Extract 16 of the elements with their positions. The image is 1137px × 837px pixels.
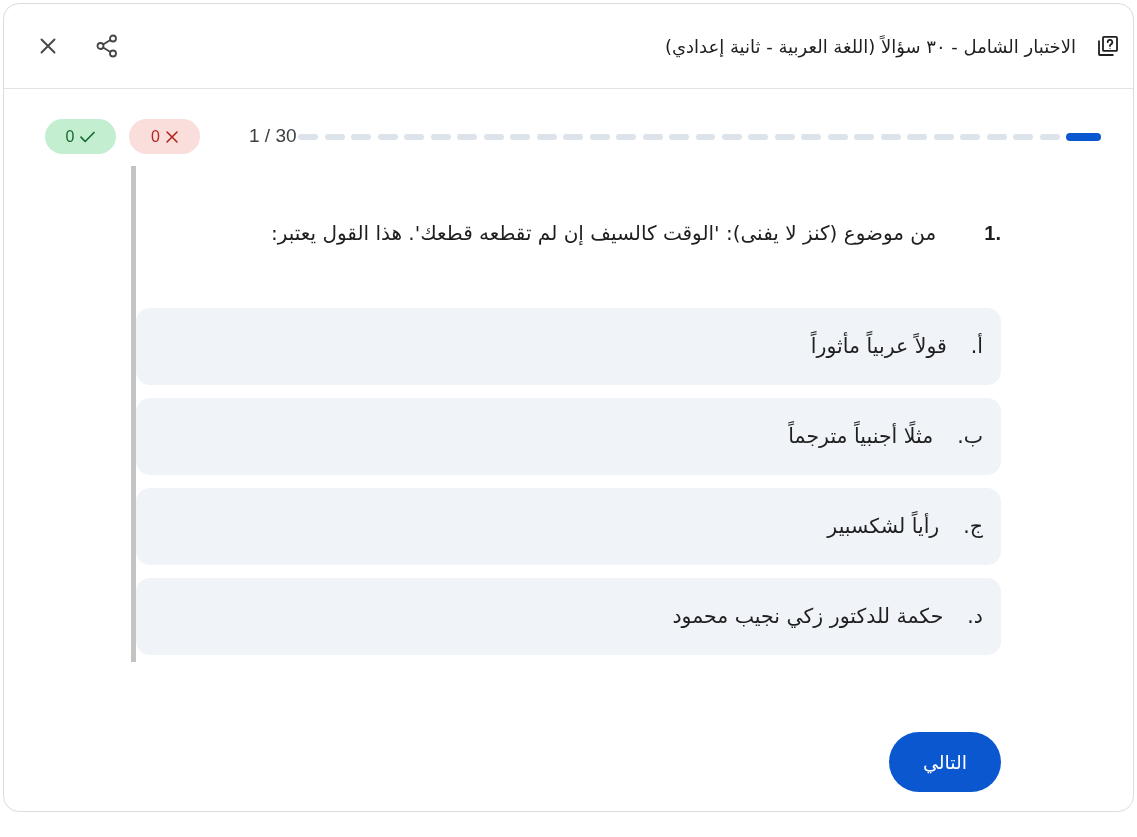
- answer-option[interactable]: د. حكمة للدكتور زكي نجيب محمود: [136, 578, 1001, 655]
- answer-option[interactable]: ب. مثلًا أجنبياً مترجماً: [136, 398, 1001, 475]
- correct-count: 0: [65, 126, 75, 147]
- next-button[interactable]: التالي: [889, 732, 1001, 792]
- question-counter: 1 / 30: [249, 124, 297, 149]
- wrong-count: 0: [151, 126, 160, 147]
- share-icon: [96, 34, 118, 58]
- answer-option[interactable]: أ. قولاً عربياً مأثوراً: [136, 308, 1001, 385]
- question-text: من موضوع (كنز لا يفنى): 'الوقت كالسيف إن لم تقطعه قطعك'. هذا القول يعتبر:: [271, 220, 937, 247]
- cross-icon: [165, 130, 178, 143]
- check-icon: [80, 130, 96, 143]
- quiz-title: الاختبار الشامل - ٣٠ سؤالاً (اللغة العربية - ثانية إعدادي): [664, 34, 1076, 60]
- question-number: 1.: [984, 221, 1001, 246]
- quiz-icon: [1096, 34, 1120, 58]
- answer-option[interactable]: ج. رأياً لشكسبير: [136, 488, 1001, 565]
- close-icon: [40, 38, 56, 54]
